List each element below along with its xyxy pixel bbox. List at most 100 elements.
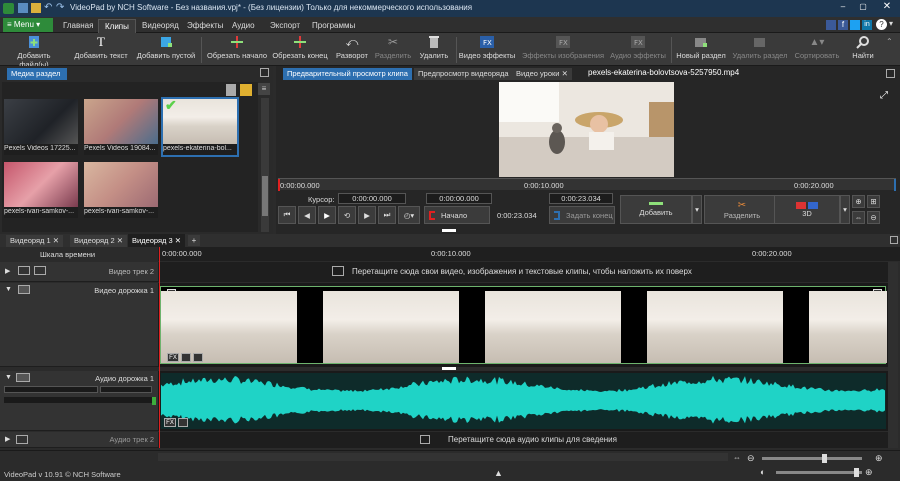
find-button[interactable]: Найти: [846, 35, 880, 65]
new-section-button[interactable]: Новый раздел: [674, 35, 728, 65]
add-dropdown-button[interactable]: ▾: [692, 195, 702, 224]
view-list-icon[interactable]: ≡: [258, 83, 270, 95]
like-icon[interactable]: [826, 20, 836, 30]
camera-icon[interactable]: [18, 285, 30, 294]
facebook-icon[interactable]: f: [838, 20, 848, 30]
tab-sequence-1[interactable]: Видеоряд 1 ✕: [6, 235, 64, 247]
clip-camera-icon[interactable]: [193, 353, 203, 362]
zoom-out-icon[interactable]: ⊖: [867, 211, 880, 224]
zoom-slider[interactable]: [762, 454, 862, 463]
trash-icon[interactable]: [226, 84, 236, 96]
media-tab[interactable]: Медиа раздел: [7, 68, 67, 80]
eye-icon[interactable]: [18, 266, 30, 275]
speaker-icon[interactable]: [16, 373, 30, 382]
delete-button[interactable]: Удалить: [415, 35, 453, 65]
open-quick-icon[interactable]: [31, 3, 41, 13]
close-icon[interactable]: ✕: [562, 69, 568, 78]
panel-splitter[interactable]: [442, 229, 456, 232]
media-item[interactable]: pexels-ivan-samkov-...: [4, 162, 78, 218]
start-time-field[interactable]: 0:00:00.000: [426, 193, 492, 204]
timeline-scrollbar[interactable]: [888, 262, 898, 448]
mode-3d-dropdown[interactable]: ▾: [840, 195, 850, 224]
zoom-in-icon[interactable]: ⊕: [875, 453, 887, 464]
close-icon[interactable]: ✕: [117, 236, 123, 245]
expand-icon[interactable]: ▶: [5, 435, 10, 443]
collapse-icon[interactable]: ▼: [5, 374, 12, 381]
pan-slider[interactable]: [100, 386, 152, 393]
video-effects-button[interactable]: FX Видео эффекты: [458, 35, 516, 65]
step-forward-button[interactable]: ▶: [358, 206, 376, 224]
zoom-out-icon[interactable]: ⊖: [747, 453, 759, 464]
close-icon[interactable]: ✕: [175, 236, 181, 245]
speed-button[interactable]: ◴▾: [398, 206, 420, 224]
close-button[interactable]: ✕: [876, 1, 898, 15]
tab-home[interactable]: Главная: [57, 19, 99, 33]
fullscreen-icon[interactable]: ⤢: [880, 90, 888, 101]
trim-start-button[interactable]: Обрезать начало: [205, 35, 269, 65]
split-clip-button[interactable]: ✂ Разделить: [704, 195, 780, 224]
audio-track-1-area[interactable]: FX: [158, 371, 888, 431]
add-blank-button[interactable]: Добавить пустой: [134, 35, 198, 65]
chevron-down-icon[interactable]: ▾: [889, 19, 893, 28]
go-start-button[interactable]: ⏮: [278, 206, 296, 224]
speaker-icon[interactable]: [16, 435, 28, 444]
twitter-icon[interactable]: [850, 20, 860, 30]
zoom-fit-icon[interactable]: ⊞: [867, 195, 880, 208]
media-scrollbar[interactable]: [261, 98, 269, 232]
timeline-ruler[interactable]: 0:00:00.000 0:00:10.000 0:00:20.000: [158, 247, 900, 261]
volume-icon[interactable]: ◐: [760, 467, 765, 477]
redo-icon[interactable]: ↷: [56, 2, 64, 13]
minimize-button[interactable]: –: [834, 2, 852, 15]
tab-clip-preview[interactable]: Предварительный просмотр клипа: [283, 68, 412, 80]
zoom-in-icon[interactable]: ⊕: [852, 195, 865, 208]
split-button[interactable]: ✂ Разделить: [373, 35, 413, 65]
add-media-icon[interactable]: [240, 84, 252, 96]
volume-slider[interactable]: [4, 386, 98, 393]
preview-ruler[interactable]: 0:00:00.000 0:00:10.000 0:00:20.000: [278, 178, 896, 191]
set-end-button[interactable]: Задать конец: [549, 206, 615, 224]
sort-button[interactable]: ▲▾ Сортировать: [792, 35, 842, 65]
track-splitter[interactable]: [442, 367, 456, 370]
mode-3d-button[interactable]: 3D: [774, 195, 840, 224]
linkedin-icon[interactable]: in: [862, 20, 872, 30]
zoom-fit-icon[interactable]: ⊕: [865, 467, 873, 478]
expand-icon[interactable]: ▶: [5, 267, 10, 275]
ribbon-collapse-icon[interactable]: ⌃: [886, 37, 893, 46]
close-icon[interactable]: ✕: [53, 236, 59, 245]
image-effects-button[interactable]: FX Эффекты изображения: [518, 35, 608, 65]
video-track-2-area[interactable]: Перетащите сюда свои видео, изображения …: [158, 262, 888, 282]
add-text-button[interactable]: T Добавить текст: [70, 34, 132, 65]
end-time-field[interactable]: 0:00:23.034: [549, 193, 613, 204]
tab-sequence-3[interactable]: Видеоряд 3 ✕: [128, 234, 186, 247]
play-button[interactable]: ▶: [318, 206, 336, 224]
audio-track-2-area[interactable]: Перетащите сюда аудио клипы для сведения: [158, 432, 888, 448]
reverse-button[interactable]: ⤺ Разворот: [332, 35, 372, 65]
tab-sequence[interactable]: Видеоряд: [136, 19, 185, 33]
step-back-button[interactable]: ◀: [298, 206, 316, 224]
media-item[interactable]: pexels-ivan-samkov-...: [84, 162, 158, 218]
tab-clips[interactable]: Клипы: [98, 19, 136, 33]
media-item-selected[interactable]: ✔ pexels-ekaterina-bol...: [161, 97, 239, 157]
save-quick-icon[interactable]: [18, 3, 28, 13]
go-end-button[interactable]: ⏭: [378, 206, 396, 224]
add-to-sequence-button[interactable]: Добавить: [620, 195, 692, 224]
playhead[interactable]: [159, 247, 160, 448]
tab-effects[interactable]: Эффекты: [181, 19, 229, 33]
undock-icon[interactable]: [886, 69, 895, 78]
loop-button[interactable]: ⟲: [338, 206, 356, 224]
tab-programs[interactable]: Программы: [306, 19, 361, 33]
trim-end-button[interactable]: Обрезать конец: [270, 35, 330, 65]
horizontal-scrollbar[interactable]: [158, 453, 728, 461]
add-files-button[interactable]: Добавить файл(ы): [2, 35, 66, 69]
zoom-timeline-slider[interactable]: [776, 468, 862, 477]
video-clip[interactable]: FX: [160, 286, 887, 364]
video-track-1-area[interactable]: FX: [158, 283, 888, 367]
tab-export[interactable]: Экспорт: [264, 19, 306, 33]
cursor-time-field[interactable]: 0:00:00.000: [338, 193, 406, 204]
media-item[interactable]: Pexels Videos 19084...: [84, 99, 158, 155]
expand-panel-icon[interactable]: ▲: [494, 468, 503, 478]
clip-crop-icon[interactable]: [181, 353, 191, 362]
end-marker[interactable]: [894, 179, 896, 191]
tab-sequence-preview[interactable]: Предпросмотр видеоряда: [414, 68, 513, 80]
audio-fx-icon[interactable]: FX: [164, 418, 176, 427]
